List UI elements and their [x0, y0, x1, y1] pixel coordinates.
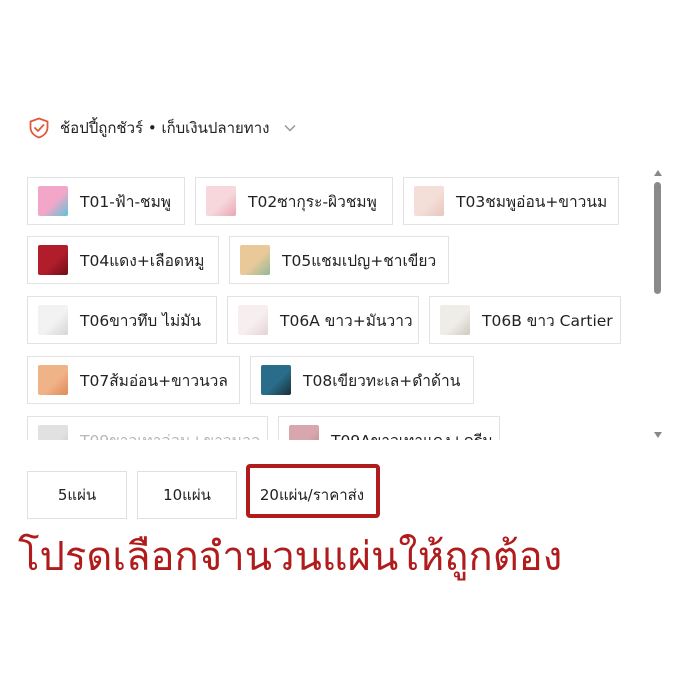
quantity-label: 10แผ่น: [163, 486, 211, 504]
variant-option[interactable]: T03ชมพูอ่อน+ขาวนม: [403, 177, 619, 225]
scroll-down-arrow-icon[interactable]: [654, 432, 662, 438]
variant-options-panel: T01-ฟ้า-ชมพู T02ซากุระ-ผิวชมพู T03ชมพูอ่…: [24, 168, 644, 440]
shopee-guarantee-row[interactable]: ช้อปปี้ถูกชัวร์ • เก็บเงินปลายทาง: [28, 116, 297, 140]
variant-scrollbar[interactable]: [652, 170, 664, 438]
variant-label: T07ส้มอ่อน+ขาวนวล: [80, 371, 228, 390]
variant-thumbnail: [261, 365, 291, 395]
variant-thumbnail: [440, 305, 470, 335]
scrollbar-thumb[interactable]: [654, 182, 661, 294]
quantity-label: 5แผ่น: [57, 486, 97, 504]
variant-label: T08เขียวทะเล+ดำด้าน: [303, 371, 461, 390]
variant-option[interactable]: T08เขียวทะเล+ดำด้าน: [250, 356, 474, 404]
variant-thumbnail: [289, 425, 319, 440]
variant-label: T04แดง+เลือดหมู: [80, 251, 205, 270]
quantity-option-10[interactable]: 10แผ่น: [137, 471, 237, 519]
variant-thumbnail: [38, 245, 68, 275]
variant-option[interactable]: T04แดง+เลือดหมู: [27, 236, 219, 284]
variant-label: T09ขาวเทาอ่อน+ขาวนวล: [80, 428, 260, 441]
variant-option[interactable]: T06A ขาว+มันวาว: [227, 296, 419, 344]
variant-thumbnail: [38, 305, 68, 335]
variant-option[interactable]: T02ซากุระ-ผิวชมพู: [195, 177, 393, 225]
variant-label: T01-ฟ้า-ชมพู: [80, 192, 172, 211]
variant-thumbnail: [414, 186, 444, 216]
variant-option[interactable]: T09ขาวเทาอ่อน+ขาวนวล: [27, 416, 268, 440]
variant-label: T02ซากุระ-ผิวชมพู: [248, 192, 377, 211]
variant-thumbnail: [206, 186, 236, 216]
quantity-option-5[interactable]: 5แผ่น: [27, 471, 127, 519]
variant-thumbnail: [238, 305, 268, 335]
variant-option[interactable]: T06ขาวทึบ ไม่มัน: [27, 296, 217, 344]
variant-label: T06A ขาว+มันวาว: [280, 311, 413, 330]
shield-check-icon: [29, 117, 49, 139]
scroll-up-arrow-icon[interactable]: [654, 170, 662, 176]
variant-label: T05แชมเปญ+ชาเขียว: [282, 251, 437, 270]
variant-thumbnail: [38, 425, 68, 440]
highlight-box: [246, 464, 380, 518]
quantity-notice: โปรดเลือกจำนวนแผ่นให้ถูกต้อง: [18, 534, 563, 580]
variant-option[interactable]: T05แชมเปญ+ชาเขียว: [229, 236, 449, 284]
variant-option[interactable]: T01-ฟ้า-ชมพู: [27, 177, 185, 225]
variant-option[interactable]: T09Aขาวเทาแดง+ครีม: [278, 416, 500, 440]
variant-thumbnail: [38, 186, 68, 216]
variant-label: T06B ขาว Cartier: [482, 311, 613, 330]
variant-label: T09Aขาวเทาแดง+ครีม: [331, 428, 493, 441]
variant-option[interactable]: T07ส้มอ่อน+ขาวนวล: [27, 356, 240, 404]
variant-label: T06ขาวทึบ ไม่มัน: [80, 311, 202, 330]
variant-option[interactable]: T06B ขาว Cartier: [429, 296, 621, 344]
guarantee-label: ช้อปปี้ถูกชัวร์ • เก็บเงินปลายทาง: [60, 119, 270, 137]
chevron-down-icon[interactable]: [283, 121, 297, 135]
variant-label: T03ชมพูอ่อน+ขาวนม: [456, 192, 608, 211]
variant-thumbnail: [38, 365, 68, 395]
variant-thumbnail: [240, 245, 270, 275]
